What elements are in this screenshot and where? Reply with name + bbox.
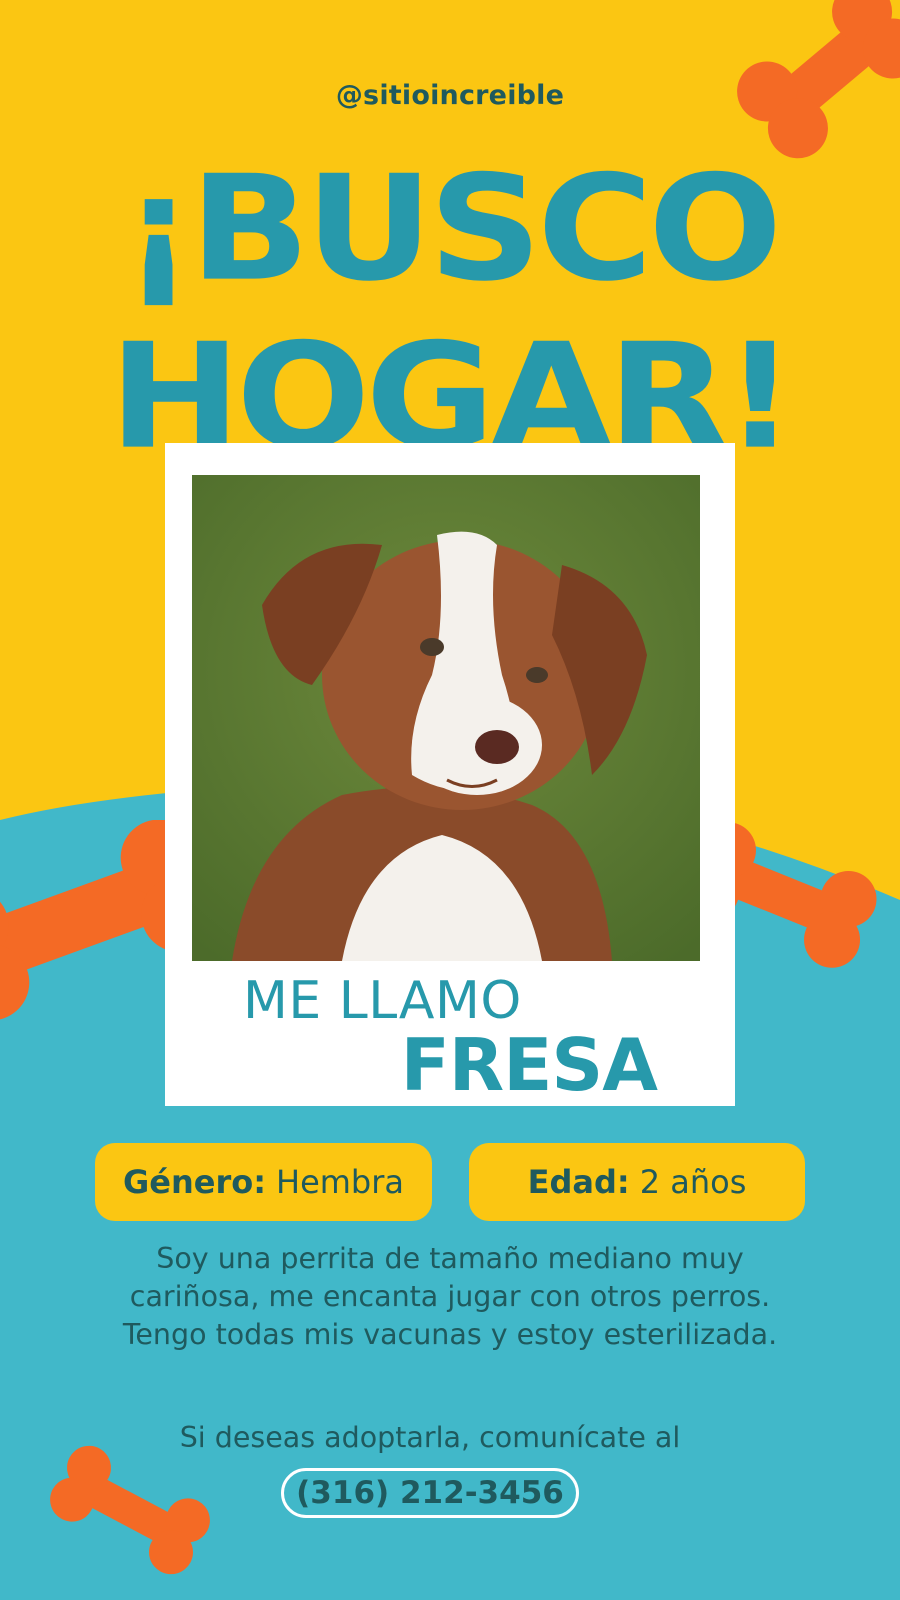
dog-photo — [192, 475, 700, 961]
contact-text: Si deseas adoptarla, comunícate al — [179, 1421, 681, 1454]
age-badge: Edad: 2 años — [469, 1143, 805, 1221]
age-label: Edad: — [527, 1163, 630, 1201]
photo-frame: ME LLAMO FRESA — [165, 443, 735, 1107]
social-handle: @sitioincreible — [335, 80, 565, 111]
adoption-poster: @sitioincreible ¡BUSCO HOGAR! ME LLAMO F… — [0, 0, 900, 1600]
headline-line-1: ¡BUSCO — [122, 144, 783, 314]
gender-label: Género: — [122, 1163, 266, 1201]
description: Soy una perrita de tamaño mediano muy ca… — [60, 1240, 840, 1354]
intro-text: ME LLAMO — [243, 971, 522, 1031]
gender-value: Hembra — [276, 1163, 404, 1201]
age-value: 2 años — [639, 1163, 747, 1201]
bone-icon — [50, 1445, 210, 1575]
gender-badge: Género: Hembra — [95, 1143, 432, 1221]
description-line: cariñosa, me encanta jugar con otros per… — [129, 1280, 771, 1313]
description-line: Tengo todas mis vacunas y estoy esterili… — [122, 1318, 778, 1351]
description-line: Soy una perrita de tamaño mediano muy — [156, 1242, 744, 1275]
pet-name: FRESA — [400, 1023, 658, 1107]
phone-number[interactable]: (316) 212-3456 — [281, 1468, 579, 1518]
